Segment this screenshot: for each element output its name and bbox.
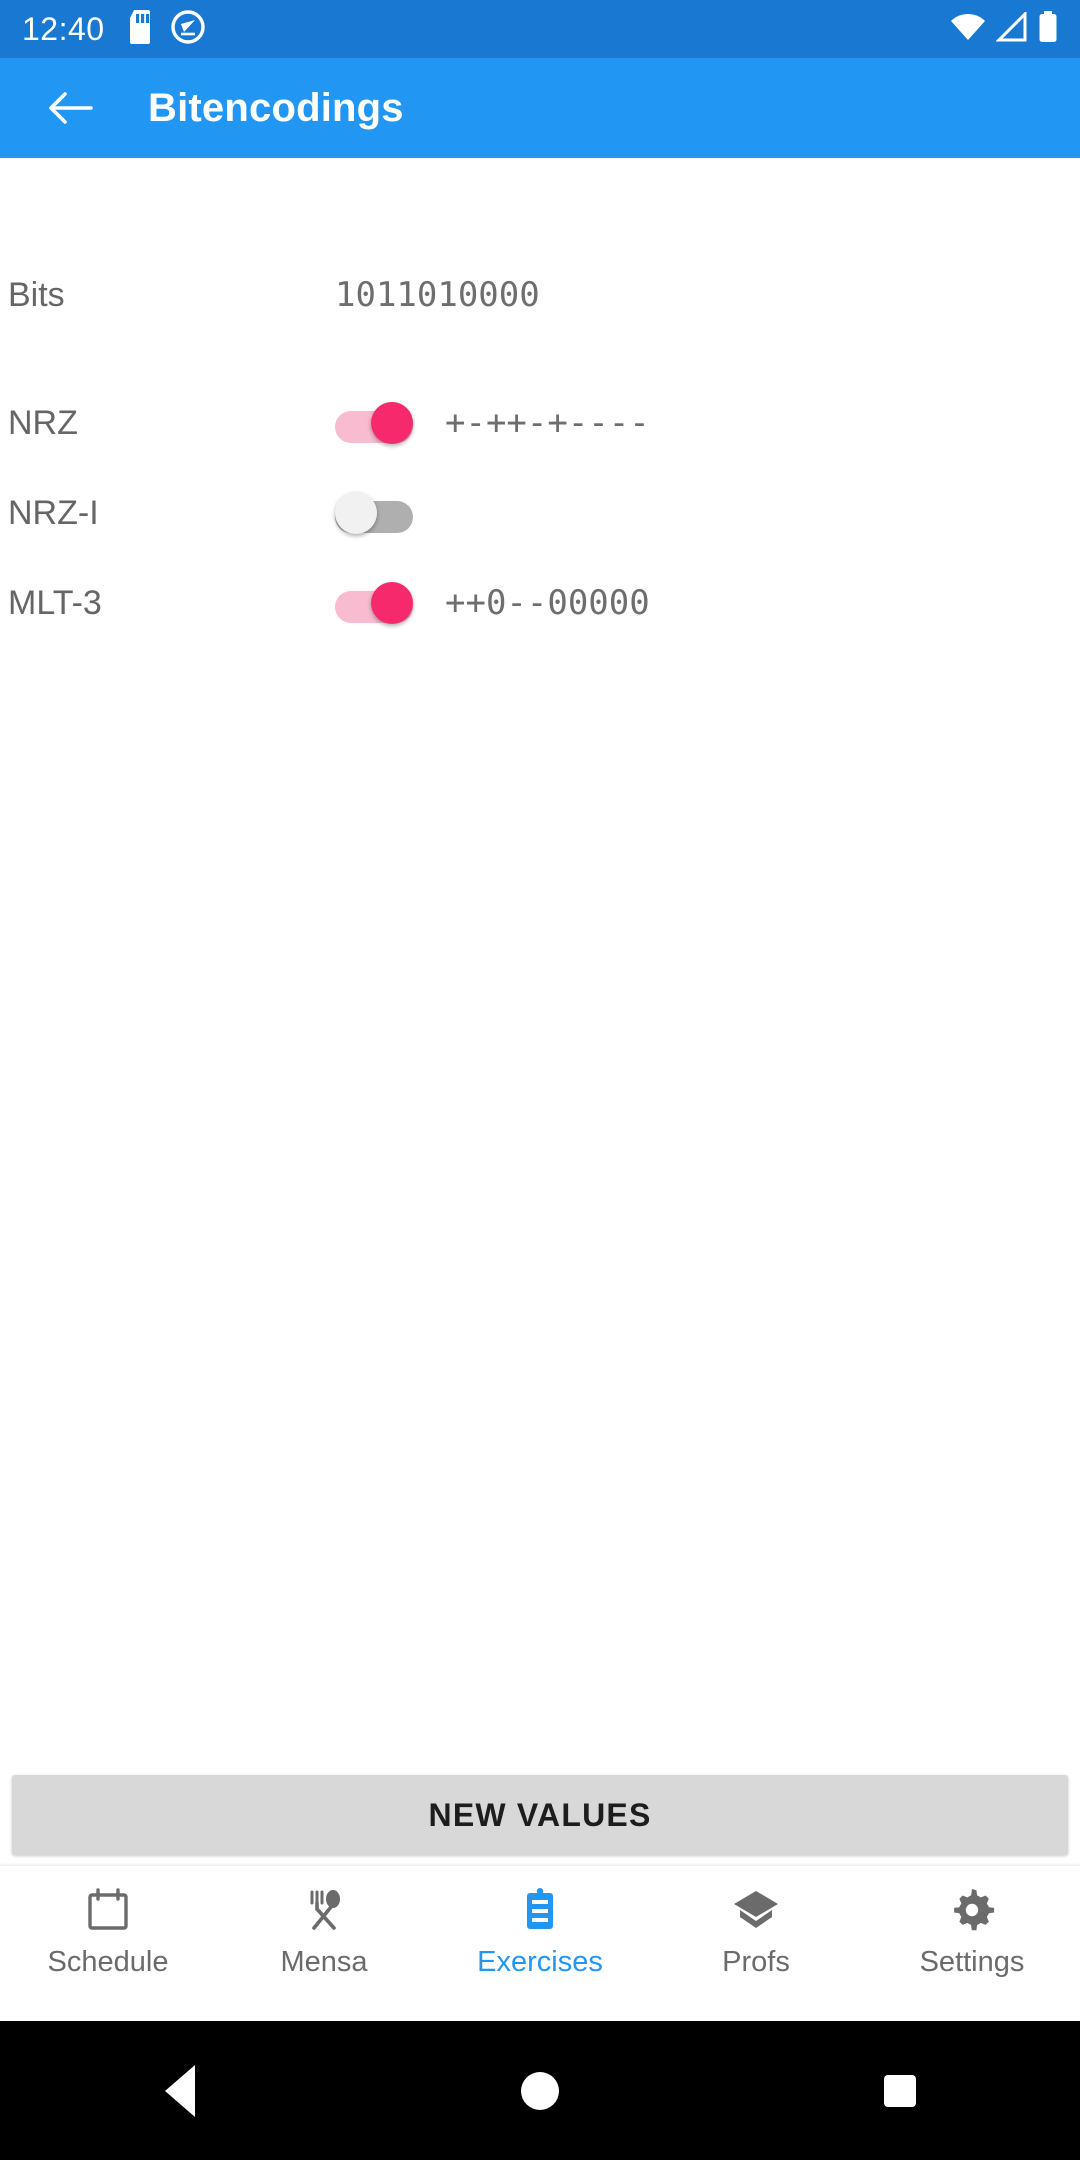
cell-signal-icon [995,9,1028,47]
nav-item-profs[interactable]: Profs [656,1884,856,1977]
toggle-slot-nrz [335,402,445,444]
android-system-navigation [0,2021,1080,2160]
system-back-icon[interactable] [120,2031,240,2151]
row-label-nrz: NRZ [8,404,78,442]
toggle-nrz[interactable] [335,402,413,444]
nav-label-mensa: Mensa [280,1946,368,1978]
calendar-icon [85,1884,131,1936]
screen-capture-circle-icon [170,9,205,49]
toggle-thumb [335,492,377,534]
new-values-button[interactable]: NEW VALUES [12,1775,1068,1855]
row-bits: Bits 1011010000 [0,263,1080,327]
nav-item-mensa[interactable]: Mensa [224,1884,424,1977]
toggle-slot-mlt-3 [335,582,445,624]
nav-label-exercises: Exercises [477,1946,603,1978]
row-label-mlt-3: MLT-3 [8,584,102,622]
graduation-cap-icon [731,1884,781,1936]
app-bar: Bitencodings [0,58,1080,158]
toggle-slot-nrz-i [335,492,445,534]
nav-item-exercises[interactable]: Exercises [440,1884,640,1977]
page-title: Bitencodings [148,85,404,130]
status-bar-notification-icons [127,9,205,49]
row-label-nrz-i: NRZ-I [8,494,99,532]
sd-card-icon [127,9,155,49]
toggle-mlt-3[interactable] [335,582,413,624]
row-mlt-3: MLT-3 ++0--00000 [0,571,1080,635]
nav-label-profs: Profs [722,1946,790,1978]
row-label-bits: Bits [8,276,65,314]
nav-item-settings[interactable]: Settings [872,1884,1072,1977]
status-bar-system-icons [950,9,1058,48]
toggle-thumb [371,402,413,444]
status-bar: 12:40 [0,0,1080,58]
wifi-icon [950,12,986,47]
row-nrz: NRZ +-++-+---- [0,391,1080,455]
back-arrow-icon[interactable] [42,80,98,136]
nav-item-schedule[interactable]: Schedule [8,1884,208,1977]
toggle-nrz-i[interactable] [335,492,413,534]
encodings-list: Bits 1011010000 NRZ +-++-+---- NRZ-I MLT… [0,158,1080,1758]
row-nrz-i: NRZ-I [0,481,1080,545]
system-recents-icon[interactable] [840,2031,960,2151]
toggle-thumb [371,582,413,624]
row-value-nrz: +-++-+---- [445,403,650,443]
clipboard-icon [517,1884,563,1936]
nav-label-schedule: Schedule [47,1946,169,1978]
fork-spoon-icon [301,1884,347,1936]
nav-label-settings: Settings [919,1946,1025,1978]
status-bar-clock: 12:40 [22,11,105,47]
bottom-navigation: Schedule Mensa Exercises Profs Settings [0,1866,1080,2021]
row-value-bits: 1011010000 [335,275,540,315]
battery-icon [1038,10,1058,48]
phone-screen: 12:40 Bitencodings Bits 1011010000 NRZ +… [0,0,1080,2160]
gear-icon [949,1884,995,1936]
row-value-mlt-3: ++0--00000 [445,583,650,623]
system-home-icon[interactable] [480,2031,600,2151]
